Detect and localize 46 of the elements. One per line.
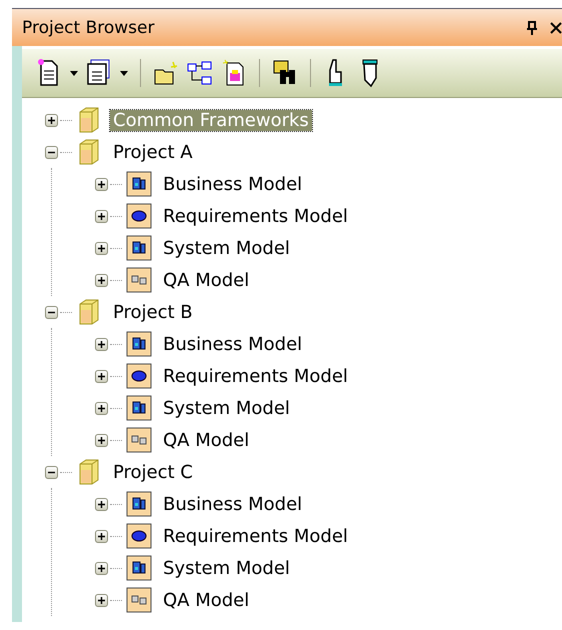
- class-diagram-icon: [126, 555, 152, 581]
- link-icon: [126, 587, 152, 613]
- class-diagram-icon: [126, 395, 152, 421]
- expand-icon[interactable]: [95, 274, 108, 286]
- tree-item[interactable]: QA Model: [160, 590, 252, 610]
- expand-icon[interactable]: [95, 338, 108, 350]
- tree-item[interactable]: Project C: [110, 462, 196, 482]
- tree-item[interactable]: Project B: [110, 302, 196, 322]
- expand-icon[interactable]: [95, 210, 108, 222]
- expand-icon[interactable]: [95, 370, 108, 382]
- caret-icon[interactable]: [70, 70, 78, 76]
- expand-icon[interactable]: [95, 242, 108, 254]
- expand-icon[interactable]: [95, 434, 108, 446]
- expand-icon[interactable]: [95, 178, 108, 190]
- class-diagram-icon: [126, 235, 152, 261]
- tree-item[interactable]: Business Model: [160, 494, 306, 514]
- tree-item[interactable]: Business Model: [160, 334, 306, 354]
- class-diagram-icon: [126, 331, 152, 357]
- expand-icon[interactable]: [95, 594, 108, 606]
- expand-icon[interactable]: [95, 498, 108, 510]
- tree-item[interactable]: System Model: [160, 398, 293, 418]
- collapse-icon[interactable]: [45, 306, 58, 318]
- collapse-icon[interactable]: [45, 146, 58, 158]
- expand-icon[interactable]: [95, 562, 108, 574]
- tree-item[interactable]: Requirements Model: [160, 206, 351, 226]
- caret-icon[interactable]: [120, 70, 128, 76]
- collapse-icon[interactable]: [45, 466, 58, 478]
- expand-icon[interactable]: [45, 114, 58, 126]
- tree-item[interactable]: System Model: [160, 238, 293, 258]
- panel-title: Project Browser: [22, 18, 156, 38]
- expand-icon[interactable]: [95, 402, 108, 414]
- class-diagram-icon: [126, 491, 152, 517]
- pin-icon[interactable]: [526, 20, 538, 34]
- tree-item[interactable]: Business Model: [160, 174, 306, 194]
- link-icon: [126, 427, 152, 453]
- expand-icon[interactable]: [95, 530, 108, 542]
- tree-item[interactable]: QA Model: [160, 430, 252, 450]
- tree-item[interactable]: Requirements Model: [160, 526, 351, 546]
- tree-item[interactable]: Requirements Model: [160, 366, 351, 386]
- close-icon[interactable]: [550, 22, 562, 34]
- windows-icon[interactable]: [86, 58, 112, 88]
- tree-item[interactable]: System Model: [160, 558, 293, 578]
- tree-item[interactable]: Project A: [110, 142, 196, 162]
- tree-item[interactable]: QA Model: [160, 270, 252, 290]
- link-icon: [126, 267, 152, 293]
- class-diagram-icon: [126, 171, 152, 197]
